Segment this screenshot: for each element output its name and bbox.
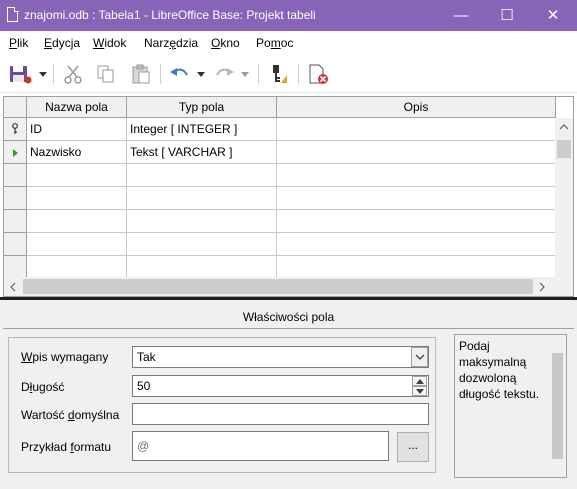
current-row-arrow-icon xyxy=(13,149,18,157)
save-icon[interactable] xyxy=(8,63,34,85)
toolbar-separator xyxy=(160,64,161,84)
redo-dropdown-arrow-icon[interactable] xyxy=(240,63,250,85)
field-name-cell[interactable] xyxy=(27,187,127,210)
field-name-cell[interactable] xyxy=(27,164,127,187)
field-description-cell[interactable] xyxy=(277,118,556,141)
required-dropdown-button[interactable] xyxy=(411,347,428,367)
toolbar-separator xyxy=(53,64,54,84)
close-button[interactable]: ✕ xyxy=(530,0,576,31)
field-type-cell[interactable] xyxy=(127,256,277,279)
field-name-cell[interactable]: ID xyxy=(27,118,127,141)
field-type-cell[interactable] xyxy=(127,233,277,256)
field-description-cell[interactable] xyxy=(277,233,556,256)
row-selector[interactable] xyxy=(4,164,27,187)
undo-icon[interactable] xyxy=(168,63,192,85)
save-dropdown-arrow-icon[interactable] xyxy=(38,63,48,85)
row-selector[interactable] xyxy=(4,233,27,256)
required-select[interactable]: Tak xyxy=(132,346,429,368)
row-selector[interactable] xyxy=(4,210,27,233)
field-properties-title: Właściwości pola xyxy=(242,310,335,324)
required-label: Wpis wymagany xyxy=(21,350,109,364)
field-type-cell[interactable] xyxy=(127,187,277,210)
menu-plik[interactable]: Plik xyxy=(9,36,28,50)
length-label: Długość xyxy=(21,380,65,394)
chevron-down-icon xyxy=(415,354,425,360)
field-description-cell[interactable] xyxy=(277,141,556,164)
format-example-field: @ xyxy=(132,431,389,461)
scrollbar-corner xyxy=(555,277,573,296)
row-selector[interactable] xyxy=(4,118,27,141)
column-header-description: Opis xyxy=(277,97,556,118)
column-header-field-name: Nazwa pola xyxy=(27,97,127,118)
menu-pomoc[interactable]: Pomoc xyxy=(256,36,293,50)
default-value-input[interactable] xyxy=(132,403,429,425)
vertical-scrollbar[interactable] xyxy=(555,118,573,278)
scrollbar-thumb[interactable] xyxy=(557,140,571,158)
chevron-down-icon xyxy=(416,389,424,394)
cut-icon[interactable] xyxy=(62,63,84,85)
title-bar: znajomi.odb : Tabela1 - LibreOffice Base… xyxy=(0,0,577,31)
chevron-up-icon xyxy=(416,379,424,384)
row-selector[interactable] xyxy=(4,141,27,164)
field-name-cell[interactable] xyxy=(27,233,127,256)
help-text-box: Podaj maksymalną dozwoloną długość tekst… xyxy=(454,334,567,478)
grid-corner-header xyxy=(4,97,27,118)
close-document-icon[interactable] xyxy=(306,63,330,85)
scroll-up-arrow-icon[interactable] xyxy=(559,123,569,131)
row-selector[interactable] xyxy=(4,256,27,279)
help-scrollbar[interactable] xyxy=(549,335,566,477)
document-icon xyxy=(7,6,19,22)
field-name-cell[interactable] xyxy=(27,210,127,233)
paste-icon[interactable] xyxy=(130,63,152,85)
field-type-cell[interactable]: Integer [ INTEGER ] xyxy=(127,118,277,141)
horizontal-scrollbar[interactable] xyxy=(4,277,556,296)
field-type-cell[interactable]: Tekst [ VARCHAR ] xyxy=(127,141,277,164)
minimize-button[interactable]: — xyxy=(438,0,484,31)
window-title: znajomi.odb : Tabela1 - LibreOffice Base… xyxy=(24,8,316,22)
menu-edycja[interactable]: Edycja xyxy=(44,36,80,50)
toolbar xyxy=(0,55,577,93)
toolbar-separator xyxy=(258,64,259,84)
undo-dropdown-arrow-icon[interactable] xyxy=(196,63,206,85)
field-description-cell[interactable] xyxy=(277,256,556,279)
scrollbar-thumb[interactable] xyxy=(23,279,533,294)
field-type-cell[interactable] xyxy=(127,164,277,187)
field-description-cell[interactable] xyxy=(277,164,556,187)
length-stepper[interactable]: 50 xyxy=(132,375,429,397)
default-value-label: Wartość domyślna xyxy=(21,408,120,422)
toolbar-separator xyxy=(298,64,299,84)
length-decrement-button[interactable] xyxy=(412,386,427,396)
field-name-cell[interactable]: Nazwisko xyxy=(27,141,127,164)
field-name-cell[interactable] xyxy=(27,256,127,279)
field-design-grid: Nazwa pola Typ pola Opis ID Integer [ IN… xyxy=(3,96,574,297)
length-increment-button[interactable] xyxy=(412,376,427,386)
field-description-cell[interactable] xyxy=(277,210,556,233)
field-description-cell[interactable] xyxy=(277,187,556,210)
redo-icon[interactable] xyxy=(212,63,236,85)
row-selector[interactable] xyxy=(4,187,27,210)
menu-narzedzia[interactable]: Narzędzia xyxy=(144,36,198,50)
menu-okno[interactable]: Okno xyxy=(211,36,240,50)
scroll-right-arrow-icon[interactable] xyxy=(538,282,546,292)
help-text: Podaj maksymalną dozwoloną długość tekst… xyxy=(459,339,540,401)
menu-widok[interactable]: Widok xyxy=(93,36,126,50)
field-type-cell[interactable] xyxy=(127,210,277,233)
divider xyxy=(3,328,574,329)
menu-bar: Plik Edycja Widok Narzędzia Okno Pomoc xyxy=(0,31,577,55)
primary-key-marker-icon xyxy=(12,123,18,134)
primary-key-icon[interactable] xyxy=(267,63,289,85)
column-header-field-type: Typ pola xyxy=(127,97,277,118)
format-example-label: Przykład formatu xyxy=(21,440,112,454)
format-browse-button[interactable]: ... xyxy=(397,432,429,462)
scrollbar-thumb[interactable] xyxy=(552,353,563,459)
scroll-left-arrow-icon[interactable] xyxy=(9,282,17,292)
copy-icon[interactable] xyxy=(95,63,117,85)
maximize-button[interactable]: ☐ xyxy=(484,0,530,31)
